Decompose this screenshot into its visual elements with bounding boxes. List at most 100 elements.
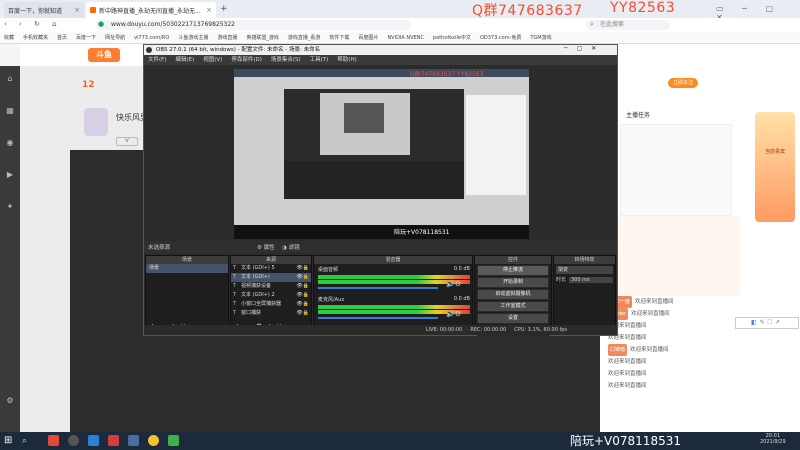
- taskbar-app-icon[interactable]: [88, 435, 99, 446]
- clock[interactable]: 20:01 2021/9/29: [760, 433, 786, 445]
- mixer-channel: 桌面音频 0.0 dB 🔊⚙: [318, 266, 470, 289]
- chrome-taskbar-icon[interactable]: [148, 435, 159, 446]
- source-item[interactable]: T 文本 (GDI+) 👁🔒: [231, 273, 311, 282]
- preview-watermark: Q群747683637 YY82563: [410, 71, 484, 78]
- text-source-icon: T: [233, 265, 237, 271]
- video-icon[interactable]: ▶: [3, 170, 17, 192]
- obs-app-icon: [146, 47, 152, 53]
- close-icon[interactable]: ×: [206, 6, 212, 14]
- bookmark-item[interactable]: 手机收藏夹: [23, 34, 48, 41]
- source-item[interactable]: T 文本 (GDI+) 5 👁🔒: [231, 264, 311, 273]
- category-icon[interactable]: ▦: [3, 106, 17, 128]
- taskbar-app-icon[interactable]: [108, 435, 119, 446]
- obs-preview[interactable]: Q群747683637 YY82563 陪玩+V078118531: [234, 69, 529, 239]
- channel-db: 0.0 dB: [453, 296, 470, 302]
- left-sidebar: ⌂ ▦ ◉ ▶ ✦ ⚙: [0, 66, 20, 432]
- obs-menu-item[interactable]: 视图(V): [203, 55, 222, 65]
- browser-tab[interactable]: 百度一下，你就知道 ×: [4, 2, 84, 18]
- bookmark-item[interactable]: vi773.com/RO: [134, 35, 169, 41]
- volume-slider[interactable]: [318, 317, 438, 319]
- source-item[interactable]: T 小窗口全屏捕获器 👁🔒: [231, 300, 311, 309]
- search-input[interactable]: 在此搜索: [586, 20, 670, 30]
- obs-menu-item[interactable]: 停靠部件(D): [231, 55, 262, 65]
- bookmark-item[interactable]: 百度一下: [76, 34, 96, 41]
- game-icon[interactable]: ◉: [3, 138, 17, 160]
- chat-message: 欢迎来到直播间: [608, 332, 738, 344]
- visibility-icon[interactable]: 👁🔒: [296, 273, 309, 282]
- scene-item[interactable]: 场景: [146, 264, 228, 273]
- obs-menu-item[interactable]: 场景集合(S): [271, 55, 301, 65]
- properties-button[interactable]: ⚙ 属性: [257, 243, 275, 251]
- obs-menu-item[interactable]: 帮助(H): [337, 55, 356, 65]
- bookmark-item[interactable]: OD373.com-免费: [480, 34, 521, 41]
- chat-message: 欢迎来到直播间: [608, 356, 738, 368]
- nested-chat: [466, 95, 526, 195]
- bookmark-item[interactable]: 首页: [57, 34, 67, 41]
- gift-icon[interactable]: ✦: [3, 202, 17, 224]
- bookmark-item[interactable]: 斗鱼游戏主播: [178, 34, 208, 41]
- visibility-icon[interactable]: 👁🔒: [296, 264, 309, 273]
- taskbar-watermark: 陪玩+V078118531: [570, 434, 681, 448]
- filters-button[interactable]: ◑ 滤镜: [282, 243, 300, 251]
- obs-menu-item[interactable]: 工具(T): [310, 55, 329, 65]
- text-source-icon: T: [233, 310, 237, 316]
- taskbar-app-icon[interactable]: [168, 435, 179, 446]
- nav-buttons[interactable]: ‹ › ↻ ⌂: [4, 20, 62, 28]
- page-tool-popup[interactable]: ◧✎⛶↗: [735, 317, 799, 329]
- windows-start-icon[interactable]: ⊞: [4, 435, 12, 446]
- bookmark-item[interactable]: 软件下载: [329, 34, 349, 41]
- control-button[interactable]: 启动虚拟摄像机: [477, 289, 549, 300]
- obs-menu-item[interactable]: 文件(F): [148, 55, 166, 65]
- visibility-icon[interactable]: 👁🔒: [296, 300, 309, 309]
- taskbar-app-icon[interactable]: [128, 435, 139, 446]
- bookmark-item[interactable]: TGM游戏: [530, 34, 551, 41]
- bookmark-item[interactable]: 网址导航: [105, 34, 125, 41]
- taskbar-app-icon[interactable]: [48, 435, 59, 446]
- new-tab-icon[interactable]: +: [220, 4, 228, 14]
- bookmark-item[interactable]: 游戏直播: [217, 34, 237, 41]
- follow-button[interactable]: 立即关注: [668, 78, 698, 88]
- controls-panel: 控件 停止推流开始录制启动虚拟摄像机工作室模式设置退出: [474, 255, 552, 336]
- visibility-icon[interactable]: 👁🔒: [296, 291, 309, 300]
- streamer-avatar[interactable]: [84, 108, 108, 136]
- speaker-icon[interactable]: 🔊⚙: [446, 310, 461, 318]
- search-icon[interactable]: ⌕: [22, 436, 27, 446]
- control-button[interactable]: 工作室模式: [477, 301, 549, 312]
- obs-taskbar-icon[interactable]: [68, 435, 79, 446]
- close-icon[interactable]: ×: [74, 6, 80, 14]
- visibility-icon[interactable]: 👁🔒: [296, 309, 309, 318]
- obs-menu-item[interactable]: 编辑(E): [175, 55, 194, 65]
- transition-select[interactable]: 渐变: [556, 266, 613, 274]
- speaker-icon[interactable]: 🔊⚙: [446, 280, 461, 288]
- transitions-header: 转场特效: [554, 256, 615, 264]
- url-input[interactable]: www.douyu.com/5030221713769825322: [95, 20, 411, 30]
- bookmark-item[interactable]: NVIDIA NVENC: [387, 35, 424, 41]
- control-button[interactable]: 设置: [477, 313, 549, 324]
- control-button[interactable]: 停止推流: [477, 265, 549, 276]
- chat-text: 欢迎来到直播间: [608, 359, 647, 365]
- bookmark-item[interactable]: 英雄联盟_游戏: [246, 34, 279, 41]
- no-source-label: 未选择源: [148, 245, 171, 251]
- bookmark-item[interactable]: 游戏直播_看游: [288, 34, 321, 41]
- obs-window-controls[interactable]: ─▢✕: [564, 45, 605, 52]
- properties-label: 属性: [263, 245, 275, 251]
- source-item[interactable]: T 文本 (GDI+) 2 👁🔒: [231, 291, 311, 300]
- notice-box: [600, 216, 740, 296]
- source-item[interactable]: T 窗口捕获 👁🔒: [231, 309, 311, 318]
- bookmark-item[interactable]: 百度图片: [358, 34, 378, 41]
- volume-slider[interactable]: [318, 287, 438, 289]
- visibility-icon[interactable]: 👁🔒: [296, 282, 309, 291]
- browser-tab-active[interactable]: 新中路神直播_永劫无间直播_永劫无... ×: [86, 2, 216, 18]
- bookmark-item[interactable]: pathofexile中文: [433, 34, 471, 41]
- home-icon[interactable]: ⌂: [3, 74, 17, 96]
- bookmark-item[interactable]: 收藏: [4, 34, 14, 41]
- source-item[interactable]: T 视频捕获设备 👁🔒: [231, 282, 311, 291]
- chat-message: 欢迎来到直播间: [608, 368, 738, 380]
- chat-text: 欢迎来到直播间: [608, 383, 647, 389]
- site-logo[interactable]: 斗鱼: [88, 48, 120, 62]
- promo-banner[interactable]: 当前贵宾: [755, 112, 795, 222]
- control-button[interactable]: 开始录制: [477, 277, 549, 288]
- chat-message: 欢迎来到直播间: [608, 380, 738, 392]
- duration-input[interactable]: 300 ms: [569, 276, 613, 283]
- settings-icon[interactable]: ⚙: [3, 396, 17, 418]
